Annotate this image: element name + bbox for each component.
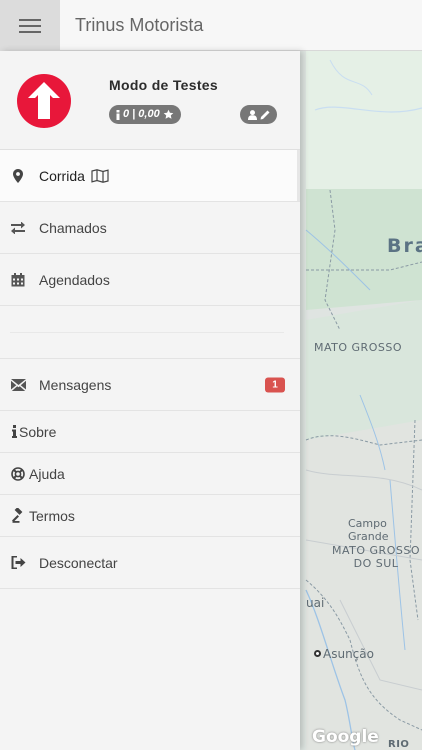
info-icon (9, 424, 19, 440)
map-label-rio-grande: RIO G (388, 739, 410, 750)
envelope-icon (10, 377, 26, 393)
navigation-drawer: Modo de Testes 0 | 0,00 Corrida Chamados… (0, 51, 300, 750)
star-icon (163, 109, 174, 119)
ajuda-label: Ajuda (29, 465, 65, 482)
map-label-mato-grosso: MATO GROSSO (314, 341, 402, 354)
user-icon (247, 109, 257, 120)
menu-item-mensagens[interactable]: Mensagens 1 (0, 359, 300, 411)
menu-divider (0, 306, 300, 359)
menu-item-sobre[interactable]: Sobre (0, 411, 300, 453)
map-marker-icon (10, 168, 26, 184)
gavel-icon (10, 508, 26, 524)
sign-out-icon (10, 555, 26, 571)
desconectar-label: Desconectar (39, 554, 118, 571)
unread-messages-badge: 1 (265, 377, 285, 392)
calendar-icon (10, 272, 26, 288)
pencil-icon (260, 110, 269, 119)
map-label-mato-grosso-do-sul: MATO GROSSO DO SUL (332, 544, 420, 570)
profile-name: Modo de Testes (109, 77, 218, 93)
rating-badge: 0 | 0,00 (109, 105, 181, 124)
map-label-paraguai: uai (306, 596, 325, 610)
map-label-ms-line1: MATO GROSSO (332, 544, 420, 557)
map-overlay-band (306, 51, 422, 189)
menu-item-corrida[interactable]: Corrida (0, 150, 300, 202)
sobre-label: Sobre (19, 423, 57, 440)
menu-button[interactable] (0, 0, 60, 51)
mensagens-label: Mensagens (39, 376, 112, 393)
map-label-asuncion: Asunção (323, 647, 374, 661)
menu-item-desconectar[interactable]: Desconectar (0, 537, 300, 589)
menu-item-termos[interactable]: Termos (0, 495, 300, 537)
termos-label: Termos (29, 507, 75, 524)
app-title: Trinus Motorista (75, 15, 204, 35)
exchange-arrows-icon (10, 220, 26, 236)
city-marker-icon (314, 650, 321, 657)
rating-text: 0 | 0,00 (123, 108, 160, 120)
agendados-label: Agendados (39, 271, 110, 288)
edit-profile-button[interactable] (240, 105, 277, 124)
map-label-campo-grande: Campo Grande (348, 517, 389, 543)
map-label-brasil: Bra (387, 235, 422, 257)
google-logo: Google (312, 727, 379, 747)
map-label-ms-line2: DO SUL (353, 557, 399, 570)
trinus-logo-icon (17, 74, 71, 128)
life-ring-icon (10, 466, 26, 482)
menu-item-label: Corrida (39, 168, 109, 184)
menu-item-chamados[interactable]: Chamados (0, 202, 300, 254)
top-app-bar: Trinus Motorista (0, 0, 422, 51)
menu-item-agendados[interactable]: Agendados (0, 254, 300, 306)
chamados-label: Chamados (39, 219, 107, 236)
profile-header: Modo de Testes 0 | 0,00 (0, 51, 300, 150)
info-icon (116, 109, 120, 120)
hamburger-menu-icon (19, 18, 41, 34)
corrida-label: Corrida (39, 167, 85, 184)
menu-item-ajuda[interactable]: Ajuda (0, 453, 300, 495)
folded-map-icon (91, 168, 109, 183)
